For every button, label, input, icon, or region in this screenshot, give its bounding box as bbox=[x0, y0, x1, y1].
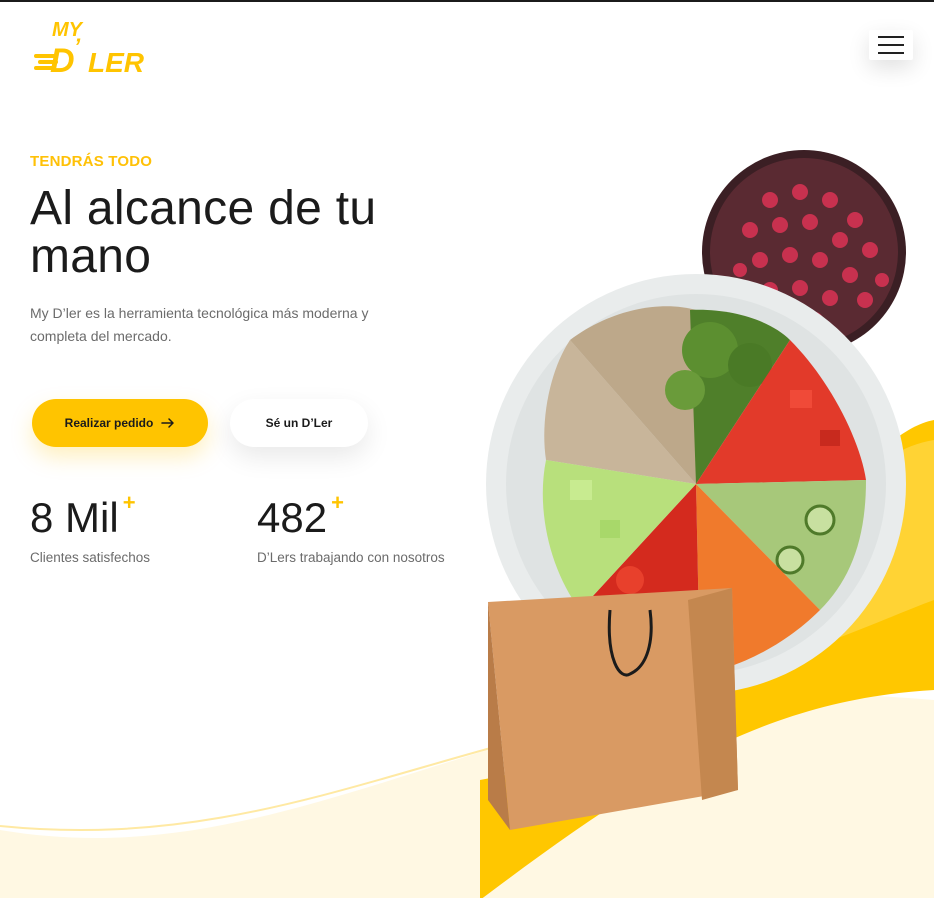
hero-headline: Al alcance de tu mano bbox=[30, 182, 377, 283]
svg-text:’: ’ bbox=[74, 34, 81, 59]
stat-value: 482 bbox=[257, 494, 328, 541]
hero-description: My D’ler es la herramienta tecnológica m… bbox=[30, 305, 369, 344]
stat-label: Clientes satisfechos bbox=[30, 550, 151, 565]
svg-text:LER: LER bbox=[88, 47, 145, 78]
place-order-label: Realizar pedido bbox=[64, 416, 154, 430]
arrow-right-icon bbox=[161, 418, 175, 428]
stat-value: 8 Mil bbox=[30, 494, 119, 541]
stat-label: D’Lers trabajando con nosotros bbox=[257, 550, 445, 565]
paper-bag bbox=[488, 588, 738, 830]
become-dler-button[interactable]: Sé un D’Ler bbox=[230, 399, 368, 447]
hamburger-menu-button[interactable] bbox=[869, 30, 913, 60]
stat-clients: 8 Mil + Clientes satisfechos bbox=[30, 490, 151, 565]
place-order-button[interactable]: Realizar pedido bbox=[32, 399, 208, 447]
stat-dlers: 482 + D’Lers trabajando con nosotros bbox=[257, 490, 445, 565]
hamburger-icon bbox=[878, 36, 904, 38]
stat-plus: + bbox=[122, 490, 136, 515]
hero-eyebrow: TENDRÁS TODO bbox=[30, 153, 153, 170]
stat-plus: + bbox=[331, 490, 344, 515]
hero-food-illustration bbox=[486, 150, 906, 830]
brand-logo[interactable]: MY D ’ LER bbox=[34, 16, 164, 78]
